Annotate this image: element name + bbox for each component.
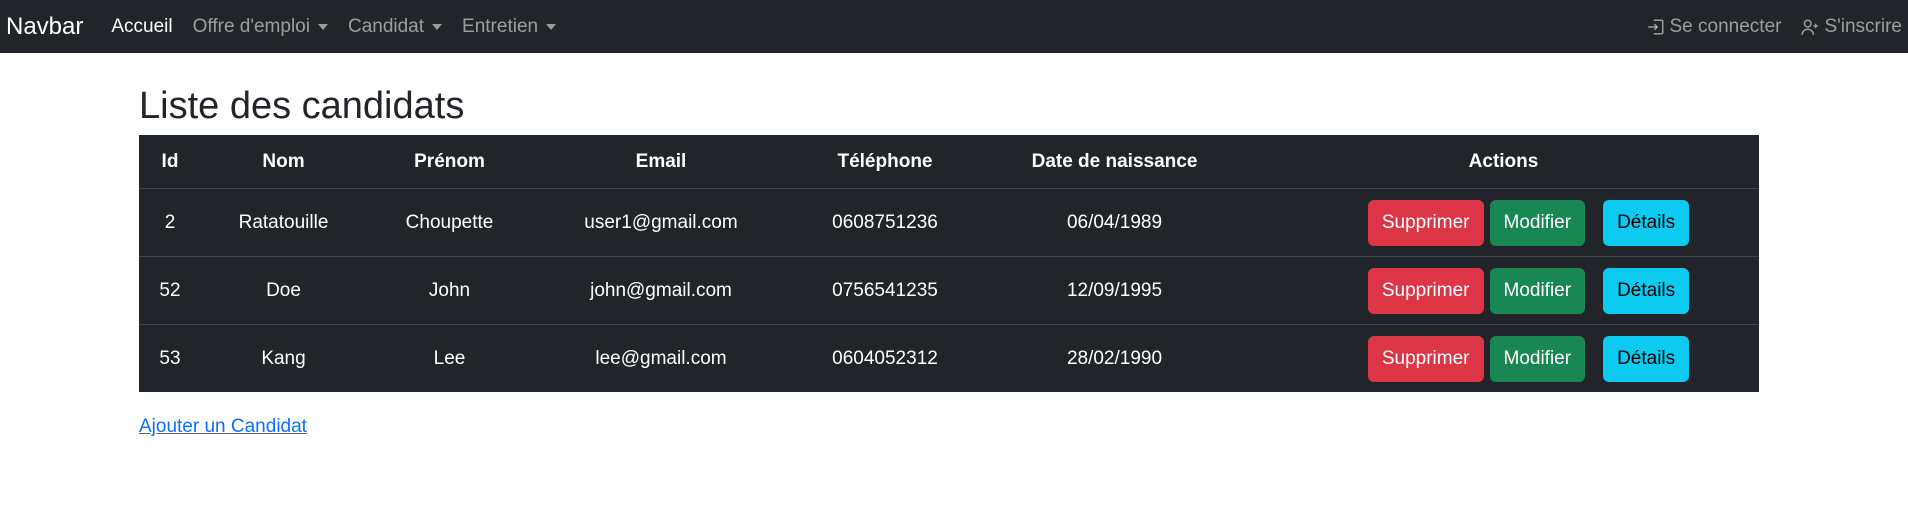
chevron-down-icon — [432, 23, 443, 30]
signup-label: S'inscrire — [1824, 15, 1902, 37]
delete-button[interactable]: Supprimer — [1367, 199, 1484, 246]
delete-button[interactable]: Supprimer — [1367, 335, 1484, 382]
details-button[interactable]: Détails — [1603, 335, 1690, 382]
cell-date-naissance: 06/04/1989 — [981, 188, 1248, 257]
nav-left: Navbar Accueil Offre d'emploi Candidat E… — [6, 13, 576, 41]
page-title: Liste des candidats — [139, 85, 465, 127]
cell-date-naissance: 12/09/1995 — [981, 256, 1248, 325]
header-actions: Actions — [1248, 135, 1759, 189]
cell-prenom: John — [366, 256, 533, 325]
header-telephone: Téléphone — [789, 135, 981, 189]
candidates-table: Id Nom Prénom Email Téléphone Date de na… — [139, 135, 1759, 392]
navbar-brand[interactable]: Navbar — [6, 13, 83, 41]
nav-link-label: Accueil — [111, 15, 173, 37]
cell-id: 52 — [139, 256, 201, 325]
nav-dropdown-candidat[interactable]: Candidat — [347, 15, 443, 38]
cell-actions: Supprimer Modifier Détails — [1248, 256, 1759, 325]
header-nom: Nom — [201, 135, 366, 189]
header-email: Email — [533, 135, 789, 189]
main-container: Liste des candidats Id Nom Prénom Email … — [139, 53, 1759, 438]
cell-prenom: Lee — [433, 347, 466, 369]
header-prenom: Prénom — [366, 135, 533, 189]
signup-link[interactable]: S'inscrire — [1801, 16, 1902, 38]
table-header: Id Nom Prénom Email Téléphone Date de na… — [139, 135, 1759, 189]
table-row: 2 Ratatouille Choupette user1@gmail.com … — [139, 188, 1759, 257]
nav-link-label: Offre d'emploi — [192, 15, 310, 37]
navbar: Navbar Accueil Offre d'emploi Candidat E… — [0, 0, 1908, 53]
nav-dropdown-entretien[interactable]: Entretien — [462, 15, 557, 38]
cell-telephone: 0604052312 — [832, 347, 938, 369]
cell-actions: Supprimer Modifier Détails — [1248, 188, 1759, 257]
table-body: 2 Ratatouille Choupette user1@gmail.com … — [139, 188, 1759, 393]
table-row: 53 Kang Lee lee@gmail.com 0604052312 28/… — [139, 325, 1759, 393]
edit-button[interactable]: Modifier — [1489, 199, 1586, 246]
login-label: Se connecter — [1669, 15, 1782, 37]
edit-button[interactable]: Modifier — [1489, 335, 1586, 382]
nav-dropdown-offre-emploi[interactable]: Offre d'emploi — [193, 16, 328, 38]
cell-email: user1@gmail.com — [533, 188, 789, 257]
details-button[interactable]: Détails — [1603, 267, 1690, 314]
cell-telephone: 0608751236 — [789, 188, 981, 257]
cell-nom: Kang — [261, 347, 306, 369]
nav-link-label: Candidat — [347, 15, 425, 37]
header-id: Id — [139, 135, 201, 189]
nav-link-accueil[interactable]: Accueil — [111, 16, 172, 38]
login-icon — [1647, 19, 1663, 34]
row-actions: Supprimer Modifier Détails — [1248, 335, 1759, 382]
cell-telephone: 0756541235 — [789, 256, 981, 325]
cell-email: john@gmail.com — [533, 256, 789, 325]
cell-actions: Supprimer Modifier Détails — [1248, 325, 1759, 393]
cell-prenom: Choupette — [366, 188, 533, 257]
edit-button[interactable]: Modifier — [1489, 267, 1586, 314]
delete-button[interactable]: Supprimer — [1367, 267, 1484, 314]
login-link[interactable]: Se connecter — [1647, 15, 1782, 38]
nav-right: Se connecter S'inscrire — [1627, 15, 1902, 38]
details-button[interactable]: Détails — [1603, 199, 1690, 246]
person-add-icon — [1801, 19, 1819, 35]
cell-nom: Ratatouille — [201, 188, 366, 257]
cell-date-naissance: 28/02/1990 — [1066, 347, 1163, 369]
cell-id: 53 — [159, 347, 181, 369]
table-row: 52 Doe John john@gmail.com 0756541235 12… — [139, 256, 1759, 325]
cell-id: 2 — [139, 188, 201, 257]
row-actions: Supprimer Modifier Détails — [1248, 267, 1759, 314]
header-date-naissance: Date de naissance — [981, 135, 1248, 189]
chevron-down-icon — [546, 23, 557, 30]
nav-link-label: Entretien — [462, 15, 539, 37]
cell-email: lee@gmail.com — [595, 347, 727, 369]
header-row: Id Nom Prénom Email Téléphone Date de na… — [139, 135, 1759, 189]
cell-nom: Doe — [201, 256, 366, 325]
row-actions: Supprimer Modifier Détails — [1248, 199, 1759, 246]
add-candidate-link[interactable]: Ajouter un Candidat — [139, 416, 307, 438]
chevron-down-icon — [317, 23, 328, 30]
